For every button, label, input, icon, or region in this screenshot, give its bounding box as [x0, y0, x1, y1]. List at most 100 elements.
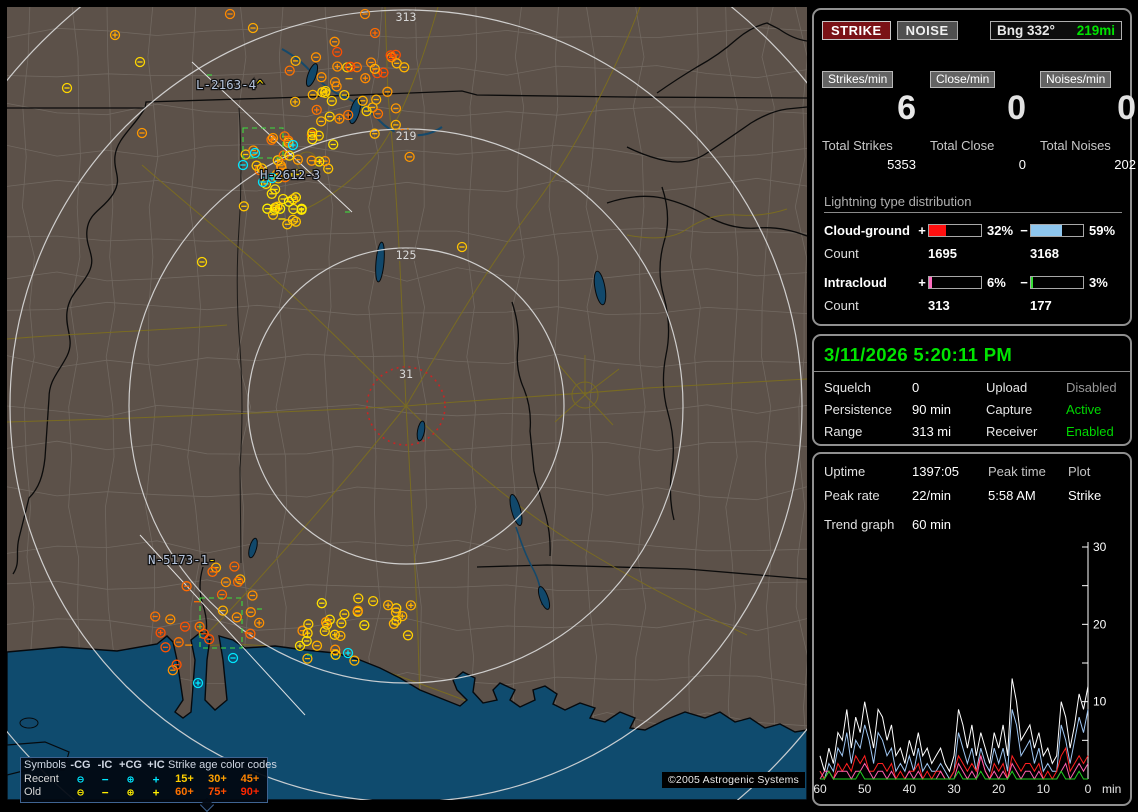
legend-age-code: 60+ — [175, 786, 194, 798]
plot-header: Plot — [1068, 464, 1091, 479]
y-tick-label: 10 — [1093, 695, 1107, 709]
stat-chip[interactable]: Strikes/min — [822, 71, 894, 88]
lightning-map[interactable]: 313 219 125 31 L-2163-4^ H-2612-3 N-5173-1- — [7, 7, 807, 800]
bearing-display: Bng 332° 219mi — [990, 21, 1122, 40]
trend-graph-row: Trend graph 60 min — [824, 517, 1120, 532]
lightning-distribution: Lightning type distribution Cloud-ground… — [824, 194, 1122, 313]
setting-label: Persistence — [824, 402, 892, 417]
setting-status: Disabled — [1066, 380, 1117, 395]
legend-col-pCG: +CG — [119, 759, 142, 771]
strike-tab[interactable]: STRIKE — [822, 21, 891, 40]
stat-column-2: Noises/min 0 Total Noises 202 — [1040, 70, 1136, 172]
setting-status: Active — [1066, 402, 1102, 417]
datetime-display: 3/11/2026 5:20:11 PM — [824, 344, 1013, 365]
trend-series-Totalstrikes — [819, 678, 1089, 773]
setting-label: Squelch — [824, 380, 871, 395]
stat-rate-value: 0 — [1117, 89, 1136, 127]
positive-percent: 32% — [987, 223, 1014, 238]
legend-col-pIC: +IC — [147, 759, 165, 771]
legend-col-nIC: -IC — [97, 759, 113, 771]
ring-label: 31 — [399, 367, 413, 381]
app-window: 313 219 125 31 L-2163-4^ H-2612-3 N-5173-1- ©… — [0, 0, 1138, 812]
x-tick-label: 20 — [992, 782, 1006, 796]
trend-graph-label: Trend graph — [824, 517, 895, 532]
stat-total-label: Total Close — [930, 138, 995, 153]
x-tick-label: 0 — [1085, 782, 1092, 796]
negative-count: 177 — [1030, 298, 1052, 313]
stat-chip[interactable]: Close/min — [930, 71, 996, 88]
legend-symbol: ⊖ — [77, 772, 84, 786]
stat-total-value: 5353 — [887, 157, 916, 172]
trend-graph: 10 20 30 60 50 40 30 20 10 0 min — [814, 540, 1121, 796]
setting-status: Enabled — [1066, 424, 1114, 439]
distribution-row: Cloud-ground +32% − 59% — [824, 223, 1122, 238]
peak-time-header: Peak time — [988, 464, 1046, 479]
storm-label: H-2612-3 — [260, 167, 320, 182]
ring-label: 313 — [396, 10, 417, 24]
minus-sign: − — [1020, 275, 1028, 290]
negative-bar — [1030, 276, 1084, 289]
stat-total-label: Total Noises — [1040, 138, 1111, 153]
strike-stats-panel: STRIKE NOISE Bng 332° 219mi Strikes/min 6… — [812, 8, 1136, 326]
distribution-count-row: Count 1695 3168 — [824, 246, 1122, 261]
legend-row-label: Recent — [24, 772, 59, 785]
legend-symbol: − — [101, 786, 109, 799]
stat-rate-value: 0 — [1007, 89, 1026, 127]
setting-label: Upload — [986, 380, 1028, 395]
legend-header-ages: Strike age color codes — [168, 759, 277, 771]
peak-rate-value: 22/min — [912, 488, 952, 503]
trend-panel: Uptime 1397:05 Peak time Plot Peak rate 22/mi… — [812, 452, 1132, 806]
setting-label: Receiver — [986, 424, 1038, 439]
negative-count: 3168 — [1030, 246, 1059, 261]
distribution-count-row: Count 313 177 — [824, 298, 1122, 313]
positive-count: 1695 — [928, 246, 957, 261]
positive-percent: 6% — [987, 275, 1006, 290]
negative-percent: 3% — [1089, 275, 1108, 290]
positive-bar — [928, 276, 982, 289]
setting-value: 0 — [912, 380, 920, 395]
x-tick-label: 60 — [814, 782, 827, 796]
plus-sign: + — [918, 275, 926, 290]
legend-symbol: + — [152, 772, 160, 786]
minus-sign: − — [1020, 223, 1028, 238]
stat-total-label: Total Strikes — [822, 138, 893, 153]
stat-total-value: 0 — [1018, 157, 1026, 172]
x-unit-label: min — [1102, 782, 1121, 796]
uptime-grid: Uptime 1397:05 Peak time Plot Peak rate 22/mi… — [824, 464, 1120, 503]
bearing-distance: 219mi — [1076, 23, 1115, 38]
negative-percent: 59% — [1089, 223, 1116, 238]
rate-stats: Strikes/min 6 Total Strikes 5353 Close/min 0 T… — [822, 70, 1136, 172]
setting-value: 313 mi — [912, 424, 952, 439]
plus-sign: + — [918, 223, 926, 238]
y-tick-label: 30 — [1093, 540, 1107, 554]
setting-value: 90 min — [912, 402, 952, 417]
peak-time-value: 5:58 AM — [988, 488, 1036, 503]
x-tick-label: 50 — [858, 782, 872, 796]
x-tick-label: 10 — [1037, 782, 1051, 796]
legend-symbol: ⊖ — [77, 786, 84, 799]
legend-age-code: 45+ — [240, 772, 260, 785]
storm-label: L-2163-4^ — [196, 77, 264, 92]
legend-symbol: ⊕ — [127, 786, 134, 799]
legend-header-symbols: Symbols — [24, 759, 67, 771]
uptime-label: Uptime — [824, 464, 866, 479]
uptime-value: 1397:05 — [912, 464, 959, 479]
map-area[interactable]: 313 219 125 31 L-2163-4^ H-2612-3 N-5173-1- ©… — [7, 7, 807, 812]
x-tick-label: 40 — [903, 782, 917, 796]
separator — [814, 371, 1130, 372]
distribution-title: Lightning type distribution — [824, 194, 1122, 213]
stat-total-value: 202 — [1114, 157, 1136, 172]
legend-age-code: 30+ — [208, 772, 227, 785]
noise-tab[interactable]: NOISE — [896, 21, 958, 40]
legend-row-label: Old — [24, 786, 42, 798]
y-tick-label: 20 — [1093, 617, 1107, 631]
count-label: Count — [824, 246, 859, 261]
positive-bar — [928, 224, 982, 237]
plot-value: Strike — [1068, 488, 1102, 503]
stat-chip[interactable]: Noises/min — [1040, 71, 1112, 88]
negative-bar — [1030, 224, 1084, 237]
legend-symbol: ⊕ — [127, 772, 134, 786]
setting-label: Capture — [986, 402, 1033, 417]
legend-symbol: − — [101, 772, 109, 786]
setting-label: Range — [824, 424, 863, 439]
